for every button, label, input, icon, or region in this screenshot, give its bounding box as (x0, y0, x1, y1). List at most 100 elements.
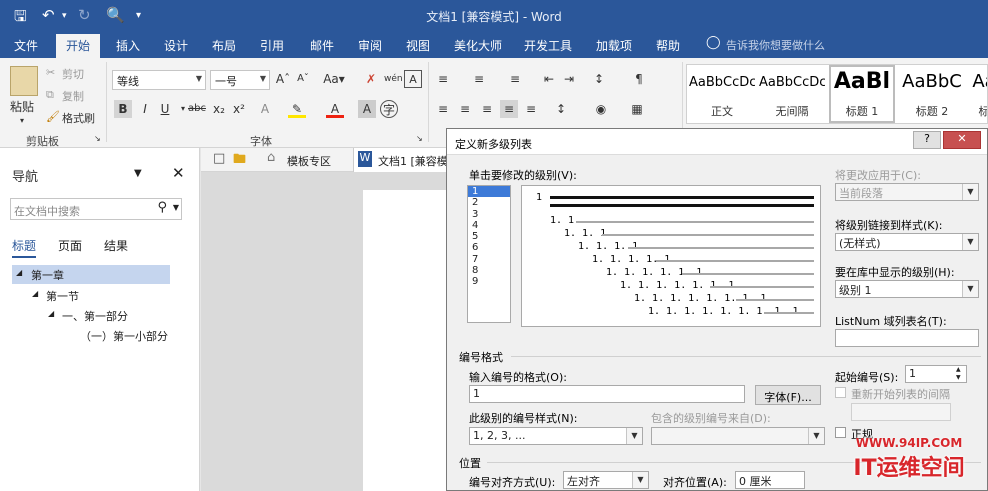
collapse-icon[interactable]: ◢ (32, 289, 38, 298)
font-size-combo[interactable]: 一号 ▼ (210, 70, 270, 90)
number-style-select[interactable]: 1, 2, 3, ... ▼ (469, 427, 643, 445)
tab-beautify[interactable]: 美化大师 (454, 37, 502, 54)
level-item[interactable]: 7 (468, 254, 510, 265)
tab-references[interactable]: 引用 (260, 37, 284, 54)
tree-item[interactable]: 一、第一部分 (62, 308, 128, 324)
show-marks-icon[interactable]: ¶ (630, 70, 648, 88)
format-painter-button[interactable]: 格式刷 (62, 110, 95, 126)
font-name-combo[interactable]: 等线 ▼ (112, 70, 206, 90)
enclose-characters-icon[interactable]: 字 (380, 100, 398, 118)
grow-font-icon[interactable]: Aˆ (274, 70, 292, 88)
tab-addins[interactable]: 加载项 (596, 37, 632, 54)
tab-help[interactable]: 帮助 (656, 37, 680, 54)
chevron-down-icon[interactable]: ▼ (173, 203, 179, 212)
align-center-icon[interactable]: ≡ (456, 100, 474, 118)
close-button[interactable]: ✕ (943, 131, 981, 149)
level-list[interactable]: 1 2 3 4 5 6 7 8 9 (467, 185, 511, 323)
align-at-input[interactable]: 0 厘米 (735, 471, 805, 489)
nav-tab-headings[interactable]: 标题 (12, 237, 37, 258)
align-right-icon[interactable]: ≡ (478, 100, 496, 118)
clear-formatting-icon[interactable]: ✗ (362, 70, 380, 88)
search-icon[interactable]: ⚲ (157, 200, 167, 215)
font-launcher-icon[interactable]: ↘ (416, 134, 423, 143)
tree-item[interactable]: 第一节 (46, 288, 79, 304)
gallery-level-select[interactable]: 级别 1 ▼ (835, 280, 979, 298)
phonetic-guide-icon[interactable]: wén (384, 70, 403, 88)
highlight-icon[interactable]: ✎ (288, 100, 306, 118)
strikethrough-icon[interactable]: abc (188, 100, 206, 118)
character-border-icon[interactable]: A (404, 70, 422, 88)
text-effects-icon[interactable]: A (256, 100, 274, 118)
sort-icon[interactable]: ↕ (590, 70, 608, 88)
close-icon[interactable]: ✕ (172, 164, 185, 182)
tab-file[interactable]: 文件 (14, 37, 38, 54)
enter-format-input[interactable]: 1 (469, 385, 745, 403)
align-left-icon[interactable]: ≡ (434, 100, 452, 118)
style-no-spacing[interactable]: AaBbCcDc 无间隔 (759, 67, 825, 121)
help-button[interactable]: ? (913, 131, 941, 149)
style-heading-2[interactable]: AaBbC 标题 2 (899, 67, 965, 121)
style-heading-1[interactable]: AaBl 标题 1 (829, 65, 895, 123)
level-item[interactable]: 6 (468, 242, 510, 253)
style-normal[interactable]: AaBbCcDc 正文 (689, 67, 755, 121)
doc-tab-active[interactable]: W 文档1 [兼容模 (353, 148, 450, 172)
tell-me-box[interactable]: 告诉我你想要做什么 (726, 37, 825, 53)
font-color-icon[interactable]: A (326, 100, 344, 118)
copy-button[interactable]: 复制 (62, 88, 84, 104)
listnum-input[interactable] (835, 329, 979, 347)
level-item[interactable]: 3 (468, 209, 510, 220)
paste-button[interactable]: 粘贴 (10, 98, 34, 115)
paste-dropdown-icon[interactable]: ▾ (20, 116, 24, 125)
link-style-select[interactable]: (无样式) ▼ (835, 233, 979, 251)
justify-icon[interactable]: ≡ (500, 100, 518, 118)
new-tab-icon[interactable]: □ (213, 151, 225, 166)
superscript-icon[interactable]: x² (230, 100, 248, 118)
tab-design[interactable]: 设计 (164, 37, 188, 54)
tab-view[interactable]: 视图 (406, 37, 430, 54)
shading-icon[interactable]: ◉ (592, 100, 610, 118)
tab-layout[interactable]: 布局 (212, 37, 236, 54)
clipboard-launcher-icon[interactable]: ↘ (94, 134, 101, 143)
nav-options-icon[interactable]: ▼ (134, 168, 142, 179)
borders-icon[interactable]: ▦ (628, 100, 646, 118)
subscript-icon[interactable]: x₂ (210, 100, 228, 118)
spinner-icon[interactable]: ▲ ▼ (956, 366, 961, 382)
tab-home[interactable]: 开始 (56, 34, 101, 58)
apply-to-select[interactable]: 当前段落 ▼ (835, 183, 979, 201)
paste-icon[interactable] (10, 66, 38, 96)
level-item[interactable]: 9 (468, 276, 510, 287)
style-heading-3[interactable]: Aa 标 (969, 67, 987, 121)
tab-developer[interactable]: 开发工具 (524, 37, 572, 54)
level-item[interactable]: 1 (468, 186, 510, 198)
home-icon[interactable]: ⌂ (267, 150, 275, 165)
distributed-icon[interactable]: ≡ (522, 100, 540, 118)
multilevel-list-icon[interactable]: ≡ (506, 70, 524, 88)
level-item[interactable]: 5 (468, 231, 510, 242)
restart-checkbox[interactable] (835, 387, 846, 398)
tree-item[interactable]: 第一章 (31, 267, 64, 283)
character-shading-icon[interactable]: A (358, 100, 376, 118)
bullets-icon[interactable]: ≡ (434, 70, 452, 88)
nav-tab-pages[interactable]: 页面 (58, 237, 82, 254)
font-button[interactable]: 字体(F)... (755, 385, 821, 405)
level-item[interactable]: 8 (468, 265, 510, 276)
nav-tab-results[interactable]: 结果 (104, 237, 128, 254)
numbering-icon[interactable]: ≡ (470, 70, 488, 88)
underline-icon[interactable]: U (156, 100, 174, 118)
align-select[interactable]: 左对齐 ▼ (563, 471, 649, 489)
tree-item[interactable]: （一）第一小部分 (80, 328, 168, 344)
cut-button[interactable]: 剪切 (62, 66, 84, 82)
change-case-icon[interactable]: Aa▾ (320, 70, 348, 88)
bold-icon[interactable]: B (114, 100, 132, 118)
collapse-icon[interactable]: ◢ (48, 309, 54, 318)
shrink-font-icon[interactable]: Aˇ (294, 70, 312, 88)
line-spacing-icon[interactable]: ↕ (552, 100, 570, 118)
tab-review[interactable]: 审阅 (358, 37, 382, 54)
nav-search-input[interactable]: 在文档中搜索 ⚲ ▼ (10, 198, 182, 220)
tab-mailings[interactable]: 邮件 (310, 37, 334, 54)
decrease-indent-icon[interactable]: ⇤ (540, 70, 558, 88)
document-page[interactable] (363, 190, 453, 491)
italic-icon[interactable]: I (136, 100, 154, 118)
folder-icon[interactable]: 🖿 (233, 150, 246, 172)
collapse-icon[interactable]: ◢ (16, 268, 22, 277)
